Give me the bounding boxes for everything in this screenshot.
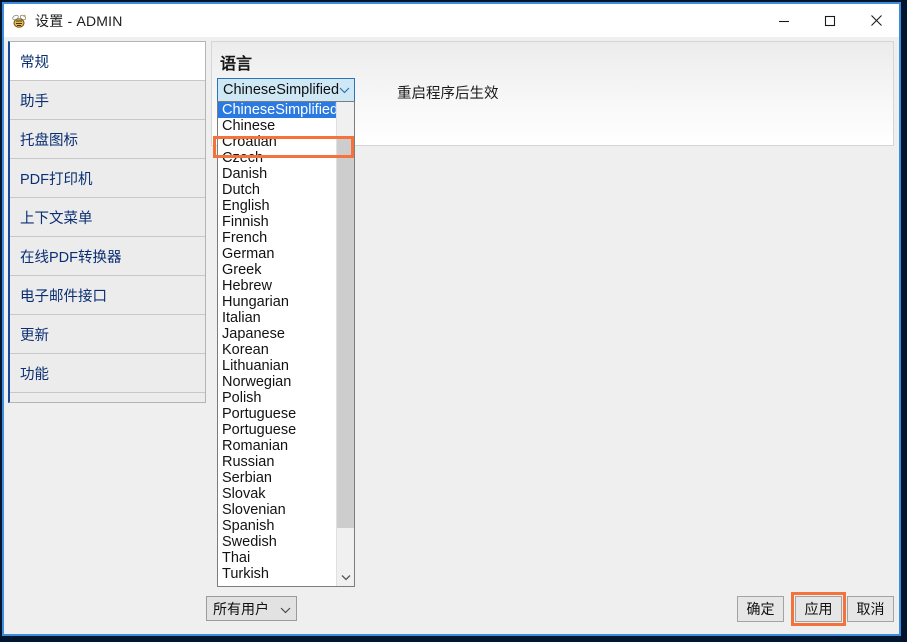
chevron-down-icon (339, 82, 350, 98)
dropdown-option[interactable]: German (218, 246, 336, 262)
dropdown-option[interactable]: French (218, 230, 336, 246)
dropdown-option[interactable]: Finnish (218, 214, 336, 230)
scrollbar-thumb[interactable] (337, 138, 354, 528)
dropdown-option[interactable]: Danish (218, 166, 336, 182)
sidebar-item-label: 电子邮件接口 (20, 285, 107, 306)
restart-note: 重启程序后生效 (397, 82, 499, 103)
sidebar-item-online-pdf-converter[interactable]: 在线PDF转换器 (10, 237, 205, 276)
sidebar-item-label: 常规 (20, 51, 49, 72)
sidebar-item-pdf-printer[interactable]: PDF打印机 (10, 159, 205, 198)
dropdown-option[interactable]: Greek (218, 262, 336, 278)
sidebar-item-label: 在线PDF转换器 (20, 246, 122, 267)
dropdown-option[interactable]: English (218, 198, 336, 214)
bee-icon (11, 12, 28, 29)
apply-button[interactable]: 应用 (795, 596, 842, 622)
dropdown-option[interactable]: Norwegian (218, 374, 336, 390)
apply-button-label: 应用 (805, 599, 833, 619)
sidebar-item-label: 助手 (20, 90, 49, 111)
dropdown-option[interactable]: Japanese (218, 326, 336, 342)
title-bar: 设置 - ADMIN (4, 4, 899, 37)
sidebar-item-label: 上下文菜单 (20, 207, 93, 228)
dropdown-option[interactable]: Serbian (218, 470, 336, 486)
sidebar-item-update[interactable]: 更新 (10, 315, 205, 354)
dropdown-option[interactable]: Czech (218, 150, 336, 166)
dropdown-option[interactable]: Russian (218, 454, 336, 470)
close-icon[interactable] (853, 4, 899, 37)
ok-button-label: 确定 (747, 599, 775, 619)
dropdown-option[interactable]: Slovenian (218, 502, 336, 518)
dropdown-option[interactable]: Chinese (218, 118, 336, 134)
sidebar-item-label: 托盘图标 (20, 129, 78, 150)
sidebar-item-label: 功能 (20, 363, 49, 384)
sidebar: 常规 助手 托盘图标 PDF打印机 上下文菜单 在线PDF转换器 电子邮件接口 … (8, 41, 206, 403)
sidebar-item-label: PDF打印机 (20, 168, 93, 189)
language-combobox-value: ChineseSimplified (223, 82, 339, 98)
sidebar-item-context-menu[interactable]: 上下文菜单 (10, 198, 205, 237)
dropdown-option[interactable]: Turkish (218, 566, 336, 582)
window-title: 设置 - ADMIN (35, 11, 123, 31)
page-title: 语言 (220, 50, 252, 74)
dropdown-option[interactable]: Italian (218, 310, 336, 326)
dropdown-option[interactable]: ChineseSimplified (218, 102, 336, 118)
language-combobox[interactable]: ChineseSimplified (217, 78, 355, 102)
window-controls (761, 4, 899, 37)
dropdown-option[interactable]: Romanian (218, 438, 336, 454)
dropdown-option[interactable]: Swedish (218, 534, 336, 550)
minimize-icon[interactable] (761, 4, 807, 37)
scroll-down-arrow-icon[interactable] (337, 569, 354, 586)
dropdown-option[interactable]: Dutch (218, 182, 336, 198)
cancel-button[interactable]: 取消 (847, 596, 894, 622)
sidebar-item-email-interface[interactable]: 电子邮件接口 (10, 276, 205, 315)
sidebar-item-features[interactable]: 功能 (10, 354, 205, 393)
dropdown-option[interactable]: Portuguese (218, 406, 336, 422)
dropdown-option[interactable]: Hebrew (218, 278, 336, 294)
window-body: 常规 助手 托盘图标 PDF打印机 上下文菜单 在线PDF转换器 电子邮件接口 … (4, 37, 899, 634)
cancel-button-label: 取消 (857, 599, 885, 619)
language-dropdown-list[interactable]: ChineseSimplifiedChineseCroatianCzechDan… (217, 101, 355, 587)
sidebar-item-general[interactable]: 常规 (10, 42, 205, 81)
dropdown-option[interactable]: Polish (218, 390, 336, 406)
dropdown-scrollbar[interactable] (336, 102, 354, 586)
ok-button[interactable]: 确定 (737, 596, 784, 622)
chevron-down-icon (280, 601, 291, 617)
dropdown-option[interactable]: Thai (218, 550, 336, 566)
dropdown-option[interactable]: Slovak (218, 486, 336, 502)
sidebar-item-assistant[interactable]: 助手 (10, 81, 205, 120)
bottom-bar: 所有用户 确定 应用 取消 (4, 587, 899, 634)
settings-window: 设置 - ADMIN 常规 (2, 2, 901, 636)
dropdown-option[interactable]: Hungarian (218, 294, 336, 310)
user-scope-combobox[interactable]: 所有用户 (206, 596, 297, 621)
dropdown-option[interactable]: Spanish (218, 518, 336, 534)
dropdown-option[interactable]: Korean (218, 342, 336, 358)
dropdown-option[interactable]: Croatian (218, 134, 336, 150)
dropdown-option[interactable]: Lithuanian (218, 358, 336, 374)
dropdown-options: ChineseSimplifiedChineseCroatianCzechDan… (218, 102, 336, 586)
sidebar-item-tray-icon[interactable]: 托盘图标 (10, 120, 205, 159)
dropdown-option[interactable]: Portuguese (218, 422, 336, 438)
sidebar-item-label: 更新 (20, 324, 49, 345)
maximize-icon[interactable] (807, 4, 853, 37)
user-scope-value: 所有用户 (213, 599, 280, 619)
